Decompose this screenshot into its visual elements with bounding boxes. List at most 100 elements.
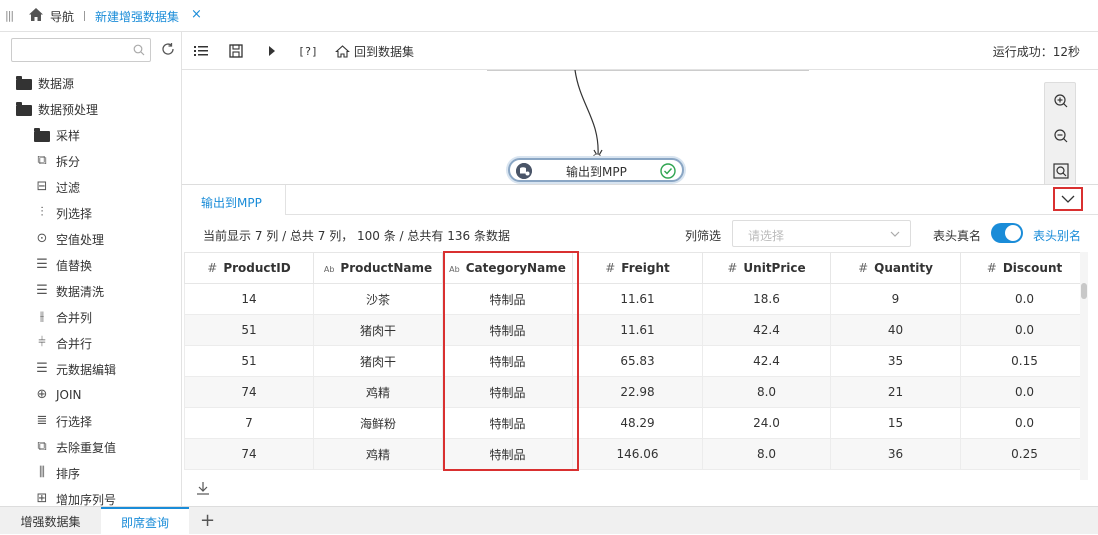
sidebar-item[interactable]: ⊙ 空值处理 bbox=[34, 228, 104, 250]
folder-open-icon bbox=[16, 101, 32, 116]
table-cell: 21 bbox=[830, 376, 961, 408]
sidebar-item-label: 值替换 bbox=[56, 258, 93, 273]
table-cell: 14 bbox=[184, 283, 314, 315]
header-name-toggle[interactable] bbox=[991, 223, 1023, 243]
sidebar-item[interactable]: ⫼ 排序 bbox=[34, 462, 80, 484]
sidebar-item[interactable]: ☰ 值替换 bbox=[34, 254, 92, 276]
column-header[interactable]: Ab CategoryName bbox=[442, 252, 573, 284]
search-input[interactable] bbox=[16, 39, 131, 61]
data-table-wrapper: # ProductID Ab ProductName Ab CategoryName # Fr… bbox=[184, 252, 1080, 480]
back-to-dataset-label: 回到数据集 bbox=[354, 44, 415, 59]
menu-icon[interactable]: ||| bbox=[5, 9, 14, 22]
list-icon[interactable] bbox=[194, 43, 208, 59]
column-header[interactable]: # Freight bbox=[572, 252, 703, 284]
sidebar-item[interactable]: 数据源 bbox=[16, 72, 74, 94]
table-cell: 特制品 bbox=[442, 314, 573, 346]
folder-icon bbox=[16, 75, 32, 90]
fit-view-icon[interactable] bbox=[1053, 163, 1069, 179]
numeric-type-icon: # bbox=[858, 261, 869, 275]
tab-adhoc-query[interactable]: 即席查询 bbox=[101, 507, 189, 535]
nav-label[interactable]: 导航 bbox=[50, 8, 74, 25]
table-cell: 65.83 bbox=[572, 345, 703, 377]
column-header-label: ProductID bbox=[223, 261, 291, 275]
table-row[interactable]: 74 鸡精 特制品 22.98 8.0 21 0.0 bbox=[184, 376, 1080, 408]
sidebar-item[interactable]: 数据预处理 bbox=[16, 98, 98, 120]
column-header-label: Discount bbox=[1002, 261, 1063, 275]
tab-enhanced-dataset[interactable]: 增强数据集 bbox=[0, 507, 101, 535]
run-icon[interactable] bbox=[267, 43, 277, 59]
table-row[interactable]: 7 海鲜粉 特制品 48.29 24.0 15 0.0 bbox=[184, 407, 1080, 439]
close-icon[interactable]: × bbox=[191, 7, 202, 22]
table-cell: 48.29 bbox=[572, 407, 703, 439]
column-header[interactable]: # UnitPrice bbox=[702, 252, 831, 284]
data-table: # ProductID Ab ProductName Ab CategoryName # Fr… bbox=[184, 252, 1080, 470]
table-cell: 鸡精 bbox=[313, 376, 443, 408]
back-to-dataset-button[interactable]: 回到数据集 bbox=[335, 43, 414, 59]
tab-output-mpp[interactable]: 输出到MPP bbox=[182, 185, 286, 215]
sidebar-item[interactable]: ⧉ 去除重复值 bbox=[34, 436, 116, 458]
dedupe-icon: ⧉ bbox=[37, 439, 47, 454]
table-row[interactable]: 14 沙茶 特制品 11.61 18.6 9 0.0 bbox=[184, 283, 1080, 315]
sidebar-item[interactable]: ⊟ 过滤 bbox=[34, 176, 80, 198]
sidebar-item[interactable]: ⊕ JOIN bbox=[34, 384, 82, 406]
success-check-icon bbox=[660, 163, 676, 179]
header-alias-label: 表头别名 bbox=[1033, 229, 1082, 243]
flow-canvas[interactable]: 输出到MPP bbox=[182, 70, 1098, 186]
table-row[interactable]: 74 鸡精 特制品 146.06 8.0 36 0.25 bbox=[184, 438, 1080, 470]
sidebar-item-label: 空值处理 bbox=[56, 232, 105, 247]
column-header-label: CategoryName bbox=[465, 261, 566, 275]
column-header[interactable]: # Discount bbox=[960, 252, 1080, 284]
node-output-mpp[interactable]: 输出到MPP bbox=[508, 158, 684, 182]
sidebar-item-label: 合并列 bbox=[56, 310, 93, 325]
sidebar-item[interactable]: ⫶ 列选择 bbox=[34, 202, 92, 224]
sidebar-item-label: JOIN bbox=[56, 388, 82, 402]
sidebar-item-label: 去除重复值 bbox=[56, 440, 117, 455]
bottom-tab-bar: 增强数据集 即席查询 + bbox=[0, 506, 1098, 535]
sidebar-item[interactable]: ⫲ 合并列 bbox=[34, 306, 92, 328]
column-header[interactable]: # ProductID bbox=[184, 252, 314, 284]
table-cell: 猪肉干 bbox=[313, 314, 443, 346]
join-icon: ⊕ bbox=[36, 387, 48, 402]
sidebar-item[interactable]: ≣ 行选择 bbox=[34, 410, 92, 432]
zoom-in-icon[interactable] bbox=[1053, 93, 1069, 109]
home-icon[interactable] bbox=[27, 6, 45, 24]
column-filter-select[interactable]: 请选择 bbox=[732, 220, 911, 247]
download-icon[interactable] bbox=[196, 481, 210, 495]
column-filter-placeholder: 请选择 bbox=[748, 229, 785, 243]
null-handle-icon: ⊙ bbox=[36, 231, 48, 246]
sidebar-item[interactable]: ⊞ 增加序列号 bbox=[34, 488, 116, 506]
help-button[interactable]: [?] bbox=[298, 43, 318, 59]
scrollbar-thumb[interactable] bbox=[1081, 283, 1087, 299]
sidebar-item[interactable]: 采样 bbox=[34, 124, 80, 146]
column-header[interactable]: Ab ProductName bbox=[313, 252, 443, 284]
sidebar-item[interactable]: ⧉ 拆分 bbox=[34, 150, 80, 172]
table-cell: 24.0 bbox=[702, 407, 831, 439]
divider bbox=[84, 11, 85, 21]
add-tab-button[interactable]: + bbox=[200, 510, 215, 531]
table-row[interactable]: 51 猪肉干 特制品 65.83 42.4 35 0.15 bbox=[184, 345, 1080, 377]
tab-enhanced-dataset-label: 增强数据集 bbox=[20, 514, 81, 529]
tab-new-dataset[interactable]: 新建增强数据集 bbox=[95, 8, 179, 25]
table-cell: 0.0 bbox=[960, 376, 1080, 408]
refresh-icon[interactable] bbox=[160, 41, 176, 57]
table-cell: 8.0 bbox=[702, 376, 831, 408]
table-cell: 42.4 bbox=[702, 345, 831, 377]
search-icon[interactable] bbox=[133, 44, 145, 56]
zoom-out-icon[interactable] bbox=[1053, 128, 1069, 144]
numeric-type-icon: # bbox=[986, 261, 997, 275]
split-icon: ⧉ bbox=[37, 153, 47, 168]
chevron-down-icon bbox=[1061, 195, 1075, 203]
sidebar-item[interactable]: ⫩ 合并行 bbox=[34, 332, 92, 354]
save-icon[interactable] bbox=[229, 43, 243, 59]
metadata-edit-icon: ☰ bbox=[36, 361, 48, 376]
table-row[interactable]: 51 猪肉干 特制品 11.61 42.4 40 0.0 bbox=[184, 314, 1080, 346]
database-icon bbox=[516, 163, 532, 179]
column-header[interactable]: # Quantity bbox=[830, 252, 961, 284]
table-cell: 51 bbox=[184, 345, 314, 377]
sidebar-item[interactable]: ☰ 数据清洗 bbox=[34, 280, 104, 302]
collapse-panel-button[interactable] bbox=[1053, 187, 1083, 211]
sidebar-item[interactable]: ☰ 元数据编辑 bbox=[34, 358, 116, 380]
table-cell: 18.6 bbox=[702, 283, 831, 315]
search-box[interactable] bbox=[11, 38, 151, 62]
table-body: 14 沙茶 特制品 11.61 18.6 9 0.0 51 猪肉干 特制品 11.61 42.4 40 0… bbox=[184, 283, 1080, 470]
